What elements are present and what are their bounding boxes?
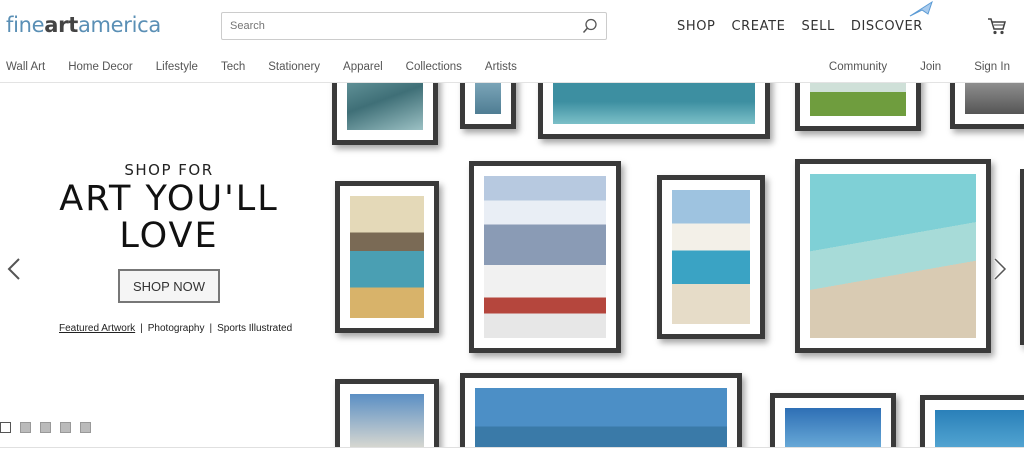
framed-print: [657, 175, 765, 339]
carousel-dot[interactable]: [0, 422, 11, 433]
nav-create[interactable]: CREATE: [732, 19, 786, 34]
framed-print: [460, 83, 516, 129]
carousel-dots: [0, 422, 91, 433]
framed-print: [538, 83, 770, 139]
carousel-dot[interactable]: [60, 422, 71, 433]
framed-print: [335, 379, 439, 447]
subnav-collections[interactable]: Collections: [406, 61, 462, 73]
top-header: fineartamerica SHOP CREATE SELL DISCOVER: [0, 0, 1024, 52]
chevron-left-icon[interactable]: [6, 257, 22, 281]
hero-headline: ART YOU'LL LOVE: [59, 179, 279, 256]
framed-print: [335, 181, 439, 333]
subnav-home-decor[interactable]: Home Decor: [68, 61, 133, 73]
nav-shop[interactable]: SHOP: [677, 19, 716, 34]
framed-print: [795, 83, 921, 131]
nav-sell[interactable]: SELL: [801, 19, 834, 34]
nav-discover[interactable]: DISCOVER: [851, 19, 923, 34]
hero-carousel: SHOP FOR ART YOU'LL LOVE SHOP NOW Featur…: [0, 83, 1024, 447]
framed-print: [332, 83, 438, 145]
subnav-wall-art[interactable]: Wall Art: [6, 61, 45, 73]
main-nav: SHOP CREATE SELL DISCOVER: [677, 19, 923, 34]
sports-illustrated-link[interactable]: Sports Illustrated: [217, 323, 292, 334]
sign-in-link[interactable]: Sign In: [974, 61, 1010, 73]
photography-link[interactable]: Photography: [148, 323, 205, 334]
carousel-dot[interactable]: [80, 422, 91, 433]
page-divider: [0, 447, 1024, 457]
chevron-right-icon[interactable]: [992, 257, 1008, 281]
separator: |: [209, 323, 213, 334]
cart-icon[interactable]: [987, 17, 1007, 35]
carousel-dot[interactable]: [20, 422, 31, 433]
framed-print: [469, 161, 621, 353]
site-logo[interactable]: fineartamerica: [6, 13, 161, 37]
featured-artwork-link[interactable]: Featured Artwork: [59, 323, 135, 334]
framed-print: [770, 393, 896, 447]
search-input[interactable]: [222, 13, 562, 39]
framed-print: [950, 83, 1024, 129]
framed-print: [1020, 169, 1024, 345]
search-icon[interactable]: [582, 18, 598, 34]
subnav-stationery[interactable]: Stationery: [268, 61, 320, 73]
subnav-apparel[interactable]: Apparel: [343, 61, 383, 73]
subnav-tech[interactable]: Tech: [221, 61, 245, 73]
subnav-community[interactable]: Community: [829, 61, 887, 73]
subnav-artists[interactable]: Artists: [485, 61, 517, 73]
search-box[interactable]: [221, 12, 607, 40]
join-link[interactable]: Join: [920, 61, 941, 73]
separator: |: [140, 323, 143, 334]
subnav-lifestyle[interactable]: Lifestyle: [156, 61, 198, 73]
hero-kicker: SHOP FOR: [124, 161, 214, 179]
carousel-dot[interactable]: [40, 422, 51, 433]
framed-print: [920, 395, 1024, 447]
pointer-cursor-icon: [909, 0, 933, 17]
hero-promo: SHOP FOR ART YOU'LL LOVE SHOP NOW Featur…: [0, 83, 335, 447]
framed-art-wall-image[interactable]: [330, 83, 1024, 447]
framed-print: [795, 159, 991, 353]
framed-print: [460, 373, 742, 447]
hero-links: Featured Artwork | Photography | Sports …: [59, 323, 292, 334]
shop-now-button[interactable]: SHOP NOW: [118, 269, 220, 303]
category-nav: Wall Art Home Decor Lifestyle Tech Stati…: [0, 52, 1024, 83]
